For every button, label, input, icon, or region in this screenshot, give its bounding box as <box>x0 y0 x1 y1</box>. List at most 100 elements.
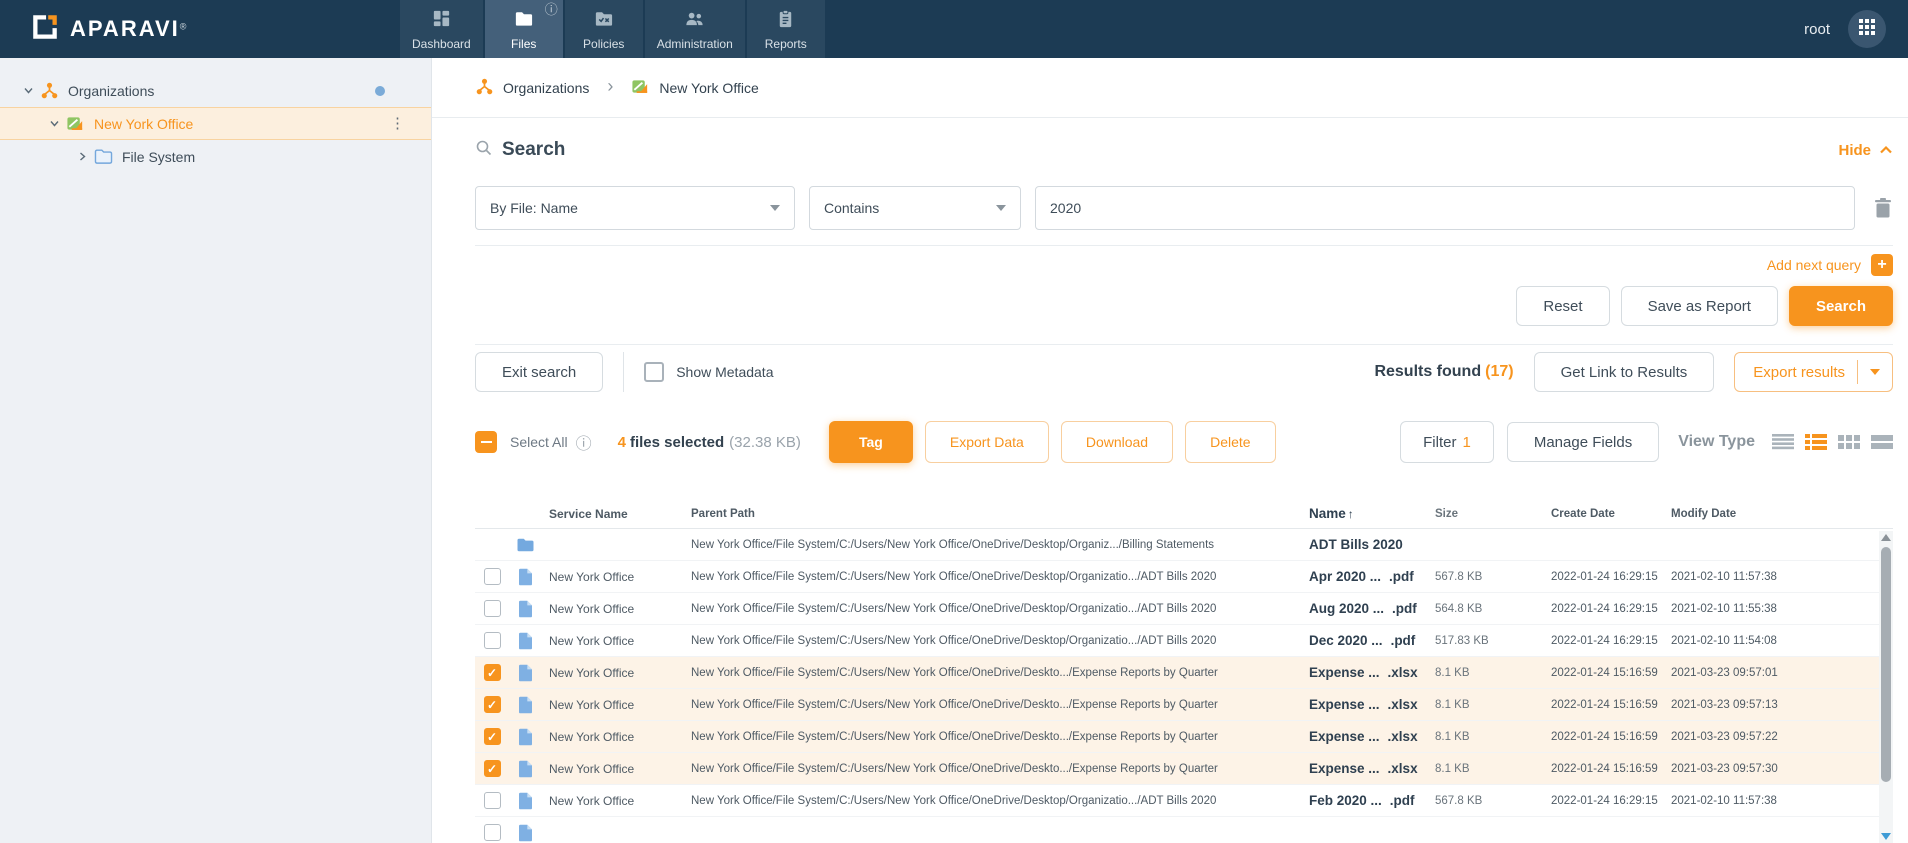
row-checkbox[interactable] <box>483 792 501 809</box>
breadcrumb-item-organizations[interactable]: Organizations <box>475 77 589 99</box>
select-all-label: Select All <box>510 434 568 450</box>
trash-icon[interactable] <box>1873 197 1893 219</box>
column-header-size[interactable]: Size <box>1431 508 1551 520</box>
column-header-name[interactable]: Name ↑ <box>1305 506 1431 521</box>
table-row[interactable]: New York Office New York Office/File Sys… <box>475 785 1893 817</box>
manage-fields-button[interactable]: Manage Fields <box>1506 422 1660 462</box>
scrollbar-thumb[interactable] <box>1881 547 1891 782</box>
chevron-down-icon[interactable] <box>18 85 38 96</box>
username-label[interactable]: root <box>1804 21 1830 38</box>
row-checkbox[interactable] <box>483 664 501 681</box>
add-next-query-link[interactable]: Add next query <box>1767 257 1861 273</box>
filter-button[interactable]: Filter 1 <box>1400 421 1494 463</box>
hide-search-link[interactable]: Hide <box>1838 142 1893 159</box>
row-checkbox[interactable] <box>483 760 501 777</box>
row-checkbox[interactable] <box>483 600 501 617</box>
reports-icon <box>775 8 796 34</box>
nav-tabs: Dashboard ⓘ Files Policies Administratio… <box>400 0 825 58</box>
sidebar-item-file-system[interactable]: File System <box>0 140 431 173</box>
table-row[interactable]: New York Office/File System/C:/Users/New… <box>475 529 1893 561</box>
list-view-icon[interactable] <box>1772 433 1794 451</box>
add-query-plus-icon[interactable]: + <box>1871 254 1893 276</box>
download-button[interactable]: Download <box>1060 421 1174 463</box>
save-as-report-button[interactable]: Save as Report <box>1620 286 1778 326</box>
info-icon[interactable]: ⓘ <box>576 430 592 454</box>
cell-modify-date: 2021-02-10 11:54:08 <box>1671 634 1777 647</box>
table-row[interactable]: New York Office New York Office/File Sys… <box>475 593 1893 625</box>
policies-icon <box>593 8 614 34</box>
apps-grid-button[interactable] <box>1848 10 1886 48</box>
info-icon[interactable]: ⓘ <box>545 3 558 16</box>
row-checkbox[interactable] <box>483 696 501 713</box>
delete-button[interactable]: Delete <box>1185 421 1276 463</box>
results-found-label: Results found (17) <box>1374 363 1514 380</box>
scroll-down-icon[interactable] <box>1881 833 1891 840</box>
cell-service-name: New York Office <box>549 601 635 616</box>
scroll-up-icon[interactable] <box>1881 534 1891 541</box>
export-results-button[interactable]: Export results <box>1734 352 1893 392</box>
column-header-service-name[interactable]: Service Name <box>541 507 689 521</box>
cell-name: ADT Bills 2020 <box>1309 537 1403 552</box>
sidebar-item-new-york-office[interactable]: New York Office ⋮ <box>0 107 431 140</box>
table-row[interactable]: New York Office New York Office/File Sys… <box>475 753 1893 785</box>
table-row[interactable]: New York Office New York Office/File Sys… <box>475 721 1893 753</box>
file-icon <box>518 664 533 682</box>
table-row[interactable]: New York Office New York Office/File Sys… <box>475 561 1893 593</box>
cell-size: 8.1 KB <box>1435 666 1470 679</box>
sidebar-item-organizations[interactable]: Organizations <box>0 74 431 107</box>
reset-button[interactable]: Reset <box>1516 286 1610 326</box>
cell-name: Expense ... .xlsx <box>1309 761 1418 776</box>
view-type-label: View Type <box>1678 433 1755 450</box>
column-header-parent-path[interactable]: Parent Path <box>689 508 1305 520</box>
cell-name: Apr 2020 ... .pdf <box>1309 569 1414 584</box>
cell-parent-path: New York Office/File System/C:/Users/New… <box>691 570 1217 583</box>
row-checkbox[interactable] <box>483 824 501 841</box>
row-checkbox[interactable] <box>483 632 501 649</box>
grid-view-icon[interactable] <box>1838 433 1860 451</box>
get-link-to-results-button[interactable]: Get Link to Results <box>1533 352 1715 392</box>
detail-list-view-icon[interactable] <box>1805 433 1827 451</box>
exit-search-button[interactable]: Exit search <box>475 352 604 392</box>
chevron-right-icon: › <box>607 75 614 96</box>
cell-parent-path: New York Office/File System/C:/Users/New… <box>691 538 1215 551</box>
results-table: Service Name Parent Path Name ↑ Size Crea… <box>475 499 1893 843</box>
chevron-down-icon[interactable] <box>44 118 64 129</box>
table-row[interactable] <box>475 817 1893 843</box>
file-icon <box>518 824 533 842</box>
search-button[interactable]: Search <box>1788 286 1893 326</box>
cell-modify-date: 2021-03-23 09:57:22 <box>1671 730 1778 743</box>
cell-create-date: 2022-01-24 15:16:59 <box>1551 762 1658 775</box>
chevron-down-icon[interactable] <box>1870 369 1880 375</box>
tab-administration[interactable]: Administration <box>644 0 745 58</box>
select-all-checkbox[interactable] <box>475 431 497 453</box>
cell-name: Expense ... .xlsx <box>1309 665 1418 680</box>
table-row[interactable]: New York Office New York Office/File Sys… <box>475 657 1893 689</box>
column-header-create-date[interactable]: Create Date <box>1551 508 1667 520</box>
large-rows-view-icon[interactable] <box>1871 433 1893 451</box>
folder-icon <box>92 148 114 165</box>
table-row[interactable]: New York Office New York Office/File Sys… <box>475 689 1893 721</box>
cell-modify-date: 2021-02-10 11:57:38 <box>1671 570 1777 583</box>
row-checkbox[interactable] <box>483 728 501 745</box>
tab-policies[interactable]: Policies <box>564 0 643 58</box>
cell-size: 8.1 KB <box>1435 762 1470 775</box>
sort-ascending-icon: ↑ <box>1347 507 1354 521</box>
tab-dashboard[interactable]: Dashboard <box>400 0 483 58</box>
search-field-dropdown[interactable]: By File: Name <box>475 186 795 230</box>
folder-icon <box>516 537 535 553</box>
table-row[interactable]: New York Office New York Office/File Sys… <box>475 625 1893 657</box>
tab-files[interactable]: ⓘ Files <box>484 0 563 58</box>
table-scrollbar[interactable] <box>1879 531 1893 843</box>
breadcrumb-item-new-york-office[interactable]: New York Office <box>631 77 759 99</box>
column-header-modify-date[interactable]: Modify Date <box>1667 508 1807 520</box>
cell-size: 8.1 KB <box>1435 730 1470 743</box>
search-query-input[interactable] <box>1035 186 1855 230</box>
tab-reports[interactable]: Reports <box>746 0 825 58</box>
export-data-button[interactable]: Export Data <box>924 421 1049 463</box>
chevron-right-icon[interactable] <box>72 151 92 162</box>
row-checkbox[interactable] <box>483 568 501 585</box>
show-metadata-checkbox[interactable] <box>644 362 665 382</box>
search-operator-dropdown[interactable]: Contains <box>809 186 1021 230</box>
kebab-menu-icon[interactable]: ⋮ <box>390 116 405 131</box>
tag-button[interactable]: Tag <box>828 421 913 463</box>
